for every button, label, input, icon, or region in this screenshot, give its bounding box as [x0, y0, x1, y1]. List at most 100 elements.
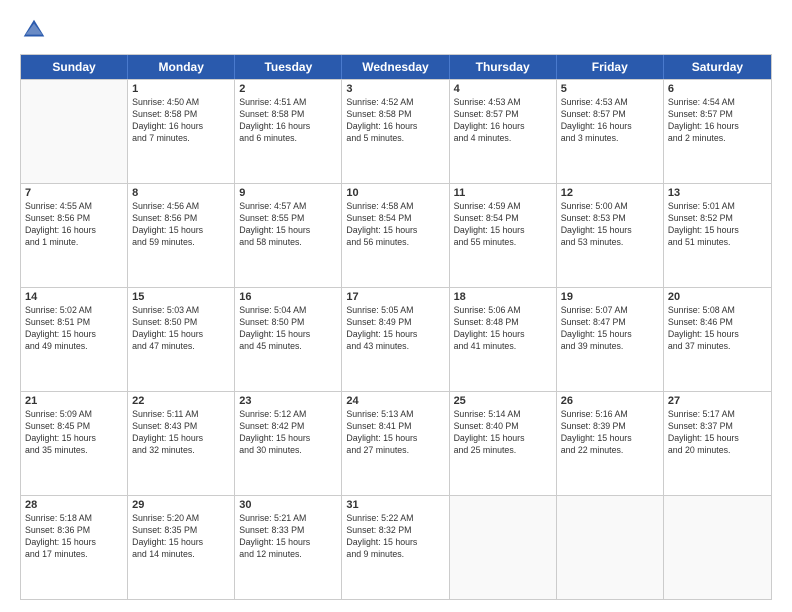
- calendar-cell: 27Sunrise: 5:17 AM Sunset: 8:37 PM Dayli…: [664, 392, 771, 495]
- calendar-cell: 2 Sunrise: 4:51 AM Sunset: 8:58 PM Daylig…: [235, 80, 342, 183]
- cell-sun-info: Sunrise: 5:11 AM Sunset: 8:43 PM Dayligh…: [132, 409, 230, 457]
- cell-sun-info: Sunrise: 5:07 AM Sunset: 8:47 PM Dayligh…: [561, 305, 659, 353]
- cell-day-number: 15: [132, 291, 230, 303]
- cell-day-number: 20: [668, 291, 767, 303]
- weekday-header: Thursday: [450, 55, 557, 79]
- cell-sun-info: Sunrise: 5:18 AM Sunset: 8:36 PM Dayligh…: [25, 513, 123, 561]
- cell-sun-info: Sunrise: 4:57 AM Sunset: 8:55 PM Dayligh…: [239, 201, 337, 249]
- cell-day-number: 3: [346, 83, 444, 95]
- logo-icon: [20, 16, 48, 44]
- calendar-body: 1 Sunrise: 4:50 AM Sunset: 8:58 PM Daylig…: [21, 79, 771, 599]
- cell-sun-info: Sunrise: 5:06 AM Sunset: 8:48 PM Dayligh…: [454, 305, 552, 353]
- cell-day-number: 1: [132, 83, 230, 95]
- calendar-cell: 9 Sunrise: 4:57 AM Sunset: 8:55 PM Daylig…: [235, 184, 342, 287]
- cell-sun-info: Sunrise: 4:54 AM Sunset: 8:57 PM Dayligh…: [668, 97, 767, 145]
- cell-sun-info: Sunrise: 4:58 AM Sunset: 8:54 PM Dayligh…: [346, 201, 444, 249]
- cell-sun-info: Sunrise: 4:51 AM Sunset: 8:58 PM Dayligh…: [239, 97, 337, 145]
- cell-sun-info: Sunrise: 4:55 AM Sunset: 8:56 PM Dayligh…: [25, 201, 123, 249]
- cell-sun-info: Sunrise: 5:16 AM Sunset: 8:39 PM Dayligh…: [561, 409, 659, 457]
- calendar-week: 1 Sunrise: 4:50 AM Sunset: 8:58 PM Daylig…: [21, 79, 771, 183]
- calendar-cell: 28 Sunrise: 5:18 AM Sunset: 8:36 PM Dayli…: [21, 496, 128, 599]
- calendar: SundayMondayTuesdayWednesdayThursdayFrid…: [20, 54, 772, 600]
- calendar-cell: 7 Sunrise: 4:55 AM Sunset: 8:56 PM Daylig…: [21, 184, 128, 287]
- cell-day-number: 4: [454, 83, 552, 95]
- cell-sun-info: Sunrise: 5:04 AM Sunset: 8:50 PM Dayligh…: [239, 305, 337, 353]
- calendar-cell: 17Sunrise: 5:05 AM Sunset: 8:49 PM Dayli…: [342, 288, 449, 391]
- logo: [20, 16, 52, 44]
- cell-day-number: 6: [668, 83, 767, 95]
- calendar-cell: 30 Sunrise: 5:21 AM Sunset: 8:33 PM Dayli…: [235, 496, 342, 599]
- cell-day-number: 16: [239, 291, 337, 303]
- cell-day-number: 18: [454, 291, 552, 303]
- calendar-week: 7 Sunrise: 4:55 AM Sunset: 8:56 PM Daylig…: [21, 183, 771, 287]
- cell-day-number: 26: [561, 395, 659, 407]
- calendar-cell: 25 Sunrise: 5:14 AM Sunset: 8:40 PM Dayli…: [450, 392, 557, 495]
- cell-day-number: 28: [25, 499, 123, 511]
- cell-day-number: 30: [239, 499, 337, 511]
- calendar-cell: 16 Sunrise: 5:04 AM Sunset: 8:50 PM Dayli…: [235, 288, 342, 391]
- calendar-cell: 23Sunrise: 5:12 AM Sunset: 8:42 PM Dayli…: [235, 392, 342, 495]
- calendar-cell: 29 Sunrise: 5:20 AM Sunset: 8:35 PM Dayli…: [128, 496, 235, 599]
- calendar-cell: 20 Sunrise: 5:08 AM Sunset: 8:46 PM Dayli…: [664, 288, 771, 391]
- cell-day-number: 31: [346, 499, 444, 511]
- calendar-cell: [557, 496, 664, 599]
- cell-day-number: 25: [454, 395, 552, 407]
- page: SundayMondayTuesdayWednesdayThursdayFrid…: [0, 0, 792, 612]
- cell-day-number: 17: [346, 291, 444, 303]
- cell-day-number: 9: [239, 187, 337, 199]
- cell-sun-info: Sunrise: 5:08 AM Sunset: 8:46 PM Dayligh…: [668, 305, 767, 353]
- calendar-cell: 1 Sunrise: 4:50 AM Sunset: 8:58 PM Daylig…: [128, 80, 235, 183]
- calendar-cell: 5Sunrise: 4:53 AM Sunset: 8:57 PM Daylig…: [557, 80, 664, 183]
- cell-sun-info: Sunrise: 5:03 AM Sunset: 8:50 PM Dayligh…: [132, 305, 230, 353]
- calendar-cell: 19 Sunrise: 5:07 AM Sunset: 8:47 PM Dayli…: [557, 288, 664, 391]
- calendar-cell: 31Sunrise: 5:22 AM Sunset: 8:32 PM Dayli…: [342, 496, 449, 599]
- calendar-cell: 12 Sunrise: 5:00 AM Sunset: 8:53 PM Dayli…: [557, 184, 664, 287]
- calendar-header: SundayMondayTuesdayWednesdayThursdayFrid…: [21, 55, 771, 79]
- cell-day-number: 23: [239, 395, 337, 407]
- calendar-cell: 3 Sunrise: 4:52 AM Sunset: 8:58 PM Daylig…: [342, 80, 449, 183]
- calendar-cell: 26 Sunrise: 5:16 AM Sunset: 8:39 PM Dayli…: [557, 392, 664, 495]
- weekday-header: Sunday: [21, 55, 128, 79]
- cell-day-number: 29: [132, 499, 230, 511]
- calendar-cell: 8 Sunrise: 4:56 AM Sunset: 8:56 PM Daylig…: [128, 184, 235, 287]
- calendar-week: 14Sunrise: 5:02 AM Sunset: 8:51 PM Dayli…: [21, 287, 771, 391]
- weekday-header: Wednesday: [342, 55, 449, 79]
- calendar-cell: 14Sunrise: 5:02 AM Sunset: 8:51 PM Dayli…: [21, 288, 128, 391]
- cell-day-number: 13: [668, 187, 767, 199]
- cell-sun-info: Sunrise: 5:02 AM Sunset: 8:51 PM Dayligh…: [25, 305, 123, 353]
- weekday-header: Tuesday: [235, 55, 342, 79]
- cell-sun-info: Sunrise: 5:01 AM Sunset: 8:52 PM Dayligh…: [668, 201, 767, 249]
- cell-day-number: 8: [132, 187, 230, 199]
- cell-day-number: 21: [25, 395, 123, 407]
- cell-sun-info: Sunrise: 4:52 AM Sunset: 8:58 PM Dayligh…: [346, 97, 444, 145]
- calendar-cell: [664, 496, 771, 599]
- cell-day-number: 2: [239, 83, 337, 95]
- calendar-cell: [21, 80, 128, 183]
- calendar-cell: 4Sunrise: 4:53 AM Sunset: 8:57 PM Daylig…: [450, 80, 557, 183]
- cell-day-number: 10: [346, 187, 444, 199]
- weekday-header: Saturday: [664, 55, 771, 79]
- cell-day-number: 7: [25, 187, 123, 199]
- calendar-cell: 10 Sunrise: 4:58 AM Sunset: 8:54 PM Dayli…: [342, 184, 449, 287]
- cell-sun-info: Sunrise: 5:00 AM Sunset: 8:53 PM Dayligh…: [561, 201, 659, 249]
- cell-sun-info: Sunrise: 4:53 AM Sunset: 8:57 PM Dayligh…: [561, 97, 659, 145]
- calendar-cell: 18 Sunrise: 5:06 AM Sunset: 8:48 PM Dayli…: [450, 288, 557, 391]
- calendar-cell: 22Sunrise: 5:11 AM Sunset: 8:43 PM Dayli…: [128, 392, 235, 495]
- calendar-cell: 15 Sunrise: 5:03 AM Sunset: 8:50 PM Dayli…: [128, 288, 235, 391]
- cell-day-number: 24: [346, 395, 444, 407]
- cell-day-number: 12: [561, 187, 659, 199]
- weekday-header: Monday: [128, 55, 235, 79]
- calendar-cell: 6 Sunrise: 4:54 AM Sunset: 8:57 PM Daylig…: [664, 80, 771, 183]
- cell-sun-info: Sunrise: 5:09 AM Sunset: 8:45 PM Dayligh…: [25, 409, 123, 457]
- cell-sun-info: Sunrise: 5:20 AM Sunset: 8:35 PM Dayligh…: [132, 513, 230, 561]
- cell-sun-info: Sunrise: 5:21 AM Sunset: 8:33 PM Dayligh…: [239, 513, 337, 561]
- cell-sun-info: Sunrise: 5:17 AM Sunset: 8:37 PM Dayligh…: [668, 409, 767, 457]
- cell-day-number: 19: [561, 291, 659, 303]
- cell-sun-info: Sunrise: 4:56 AM Sunset: 8:56 PM Dayligh…: [132, 201, 230, 249]
- header: [20, 16, 772, 44]
- calendar-cell: 13 Sunrise: 5:01 AM Sunset: 8:52 PM Dayli…: [664, 184, 771, 287]
- cell-sun-info: Sunrise: 4:59 AM Sunset: 8:54 PM Dayligh…: [454, 201, 552, 249]
- weekday-header: Friday: [557, 55, 664, 79]
- cell-sun-info: Sunrise: 4:50 AM Sunset: 8:58 PM Dayligh…: [132, 97, 230, 145]
- cell-sun-info: Sunrise: 5:14 AM Sunset: 8:40 PM Dayligh…: [454, 409, 552, 457]
